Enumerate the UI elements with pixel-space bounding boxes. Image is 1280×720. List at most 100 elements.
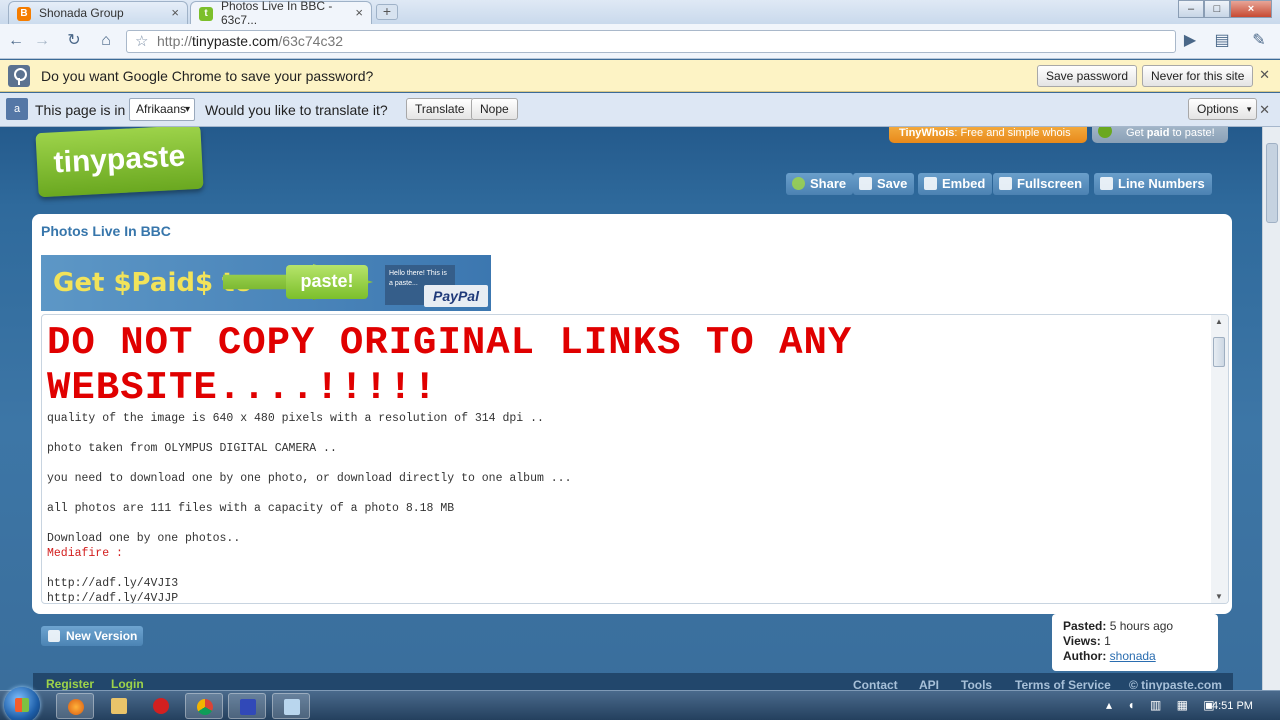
maximize-button[interactable]: □ <box>1204 0 1230 18</box>
start-button[interactable] <box>4 687 40 720</box>
go-icon[interactable]: ▶ <box>1178 30 1202 52</box>
taskbar-chrome[interactable] <box>185 693 223 719</box>
line-numbers-label: Line Numbers <box>1118 176 1205 191</box>
system-tray[interactable]: ▴ ◖ ▥ ▦ ▣ <box>1106 698 1221 712</box>
home-button[interactable]: ⌂ <box>94 30 118 52</box>
line-numbers-button[interactable]: Line Numbers <box>1094 173 1212 195</box>
url-scheme: http:// <box>157 33 193 49</box>
paste-line: quality of the image is 640 x 480 pixels… <box>47 412 544 425</box>
close-infobar-icon[interactable]: ✕ <box>1259 67 1270 83</box>
paste-card: Photos Live In BBC Get $Paid$ to paste! … <box>32 214 1232 614</box>
paste-title: Photos Live In BBC <box>41 223 171 239</box>
new-version-label: New Version <box>66 629 138 643</box>
scroll-up-icon[interactable]: ▲ <box>1215 317 1223 326</box>
close-infobar-icon[interactable]: ✕ <box>1259 102 1270 118</box>
browser-toolbar: ← → ↻ ⌂ ☆ http://tinypaste.com/63c74c32 … <box>0 24 1280 59</box>
warning-line-2: WEBSITE....!!!!! <box>47 366 438 410</box>
fullscreen-button[interactable]: Fullscreen <box>993 173 1090 195</box>
taskbar-clock[interactable]: 4:51 PM <box>1212 700 1253 712</box>
author-label: Author: <box>1063 649 1107 663</box>
never-for-this-site-button[interactable]: Never for this site <box>1142 65 1254 87</box>
views-value: 1 <box>1104 634 1111 648</box>
banner-paste-text: paste! <box>286 265 368 299</box>
warning-line-1: DO NOT COPY ORIGINAL LINKS TO ANY <box>47 321 853 365</box>
tab-strip: B Shonada Group × t Photos Live In BBC -… <box>0 0 1280 27</box>
embed-icon <box>924 177 937 190</box>
translate-infobar: a This page is in Afrikaans Would you li… <box>0 93 1280 127</box>
fullscreen-icon <box>999 177 1012 190</box>
close-tab-icon[interactable]: × <box>355 5 363 20</box>
forward-button[interactable]: → <box>30 30 54 52</box>
get-paid-banner[interactable]: Get $Paid$ to paste! Hello there! This i… <box>41 255 491 311</box>
tools-link[interactable]: Tools <box>961 678 992 690</box>
app-icon <box>240 699 256 715</box>
tab-photos-live-in-bbc[interactable]: t Photos Live In BBC - 63c7... × <box>190 0 372 27</box>
new-tab-button[interactable]: + <box>376 4 398 20</box>
embed-label: Embed <box>942 176 986 191</box>
paste-link-line: http://adf.ly/4VJJP <box>47 592 179 604</box>
taskbar-explorer[interactable] <box>100 693 138 719</box>
mediafire-heading: Mediafire : <box>47 547 123 560</box>
chevron-down-icon: ▾ <box>1246 104 1252 114</box>
tinywhois-promo[interactable]: TinyWhois: Free and simple whois <box>889 127 1087 143</box>
nope-button[interactable]: Nope <box>471 98 518 120</box>
back-button[interactable]: ← <box>4 30 28 52</box>
wrench-menu-icon[interactable]: ✎ <box>1244 30 1274 52</box>
save-password-button[interactable]: Save password <box>1037 65 1138 87</box>
author-link[interactable]: shonada <box>1110 649 1156 663</box>
banner-get-paid-text: Get $Paid$ to <box>53 268 253 298</box>
reload-button[interactable]: ↻ <box>62 30 86 52</box>
save-label: Save <box>877 176 908 191</box>
promo-paid-text: to paste! <box>1169 127 1215 139</box>
paste-scrollbar[interactable]: ▲ ▼ <box>1211 315 1228 603</box>
share-label: Share <box>810 176 847 191</box>
firefox-icon <box>68 699 84 715</box>
promo-paid-bold: paid <box>1146 127 1170 139</box>
chrome-icon <box>197 699 213 715</box>
page-scrollbar[interactable] <box>1262 127 1280 690</box>
blogger-icon: B <box>17 7 31 21</box>
contact-link[interactable]: Contact <box>853 678 898 690</box>
taskbar-app[interactable] <box>228 693 266 719</box>
taskbar-notepad[interactable] <box>272 693 310 719</box>
new-version-button[interactable]: New Version <box>41 626 144 646</box>
copyright-text: © tinypaste.com <box>1129 678 1222 690</box>
url-host: tinypaste.com <box>192 33 279 49</box>
tinypaste-logo[interactable]: tinypaste <box>35 127 204 198</box>
api-link[interactable]: API <box>919 678 939 690</box>
close-tab-icon[interactable]: × <box>171 5 179 20</box>
taskbar-firefox[interactable] <box>56 693 94 719</box>
terms-link[interactable]: Terms of Service <box>1015 678 1111 690</box>
scroll-thumb[interactable] <box>1213 337 1225 367</box>
language-select[interactable]: Afrikaans <box>129 98 195 121</box>
paste-content[interactable]: DO NOT COPY ORIGINAL LINKS TO ANY WEBSIT… <box>41 314 1229 604</box>
translate-button[interactable]: Translate <box>406 98 474 120</box>
bookmark-star-icon[interactable]: ☆ <box>135 31 148 52</box>
paste-line: you need to download one by one photo, o… <box>47 472 572 485</box>
share-button[interactable]: Share <box>786 173 854 195</box>
save-password-infobar: Do you want Google Chrome to save your p… <box>0 60 1280 92</box>
translate-question: Would you like to translate it? <box>205 102 388 118</box>
address-bar[interactable]: ☆ http://tinypaste.com/63c74c32 <box>126 30 1176 53</box>
fullscreen-label: Fullscreen <box>1017 176 1083 191</box>
page-scroll-thumb[interactable] <box>1266 143 1278 223</box>
login-link[interactable]: Login <box>111 677 144 690</box>
new-version-icon <box>48 630 60 642</box>
promo-whois-text: : Free and simple whois <box>954 127 1071 139</box>
windows-taskbar: ▴ ◖ ▥ ▦ ▣ 4:51 PM <box>0 687 1280 720</box>
save-button[interactable]: Save <box>853 173 915 195</box>
embed-button[interactable]: Embed <box>918 173 993 195</box>
scroll-down-icon[interactable]: ▼ <box>1215 592 1223 601</box>
paste-meta: Pasted: 5 hours ago Views: 1 Author: sho… <box>1052 614 1218 671</box>
translate-options-button[interactable]: Options ▾ <box>1188 98 1258 120</box>
page-menu-icon[interactable]: ▤ <box>1208 30 1236 52</box>
taskbar-opera[interactable] <box>142 693 180 719</box>
paste-line: all photos are 111 files with a capacity… <box>47 502 455 515</box>
close-window-button[interactable]: × <box>1230 0 1272 18</box>
tab-shonada-group[interactable]: B Shonada Group × <box>8 1 188 24</box>
promo-paid-pre: Get <box>1126 127 1147 139</box>
register-link[interactable]: Register <box>46 677 94 690</box>
explorer-icon <box>111 698 127 714</box>
minimize-button[interactable]: – <box>1178 0 1204 18</box>
get-paid-promo[interactable]: Get paid to paste! <box>1092 127 1228 143</box>
